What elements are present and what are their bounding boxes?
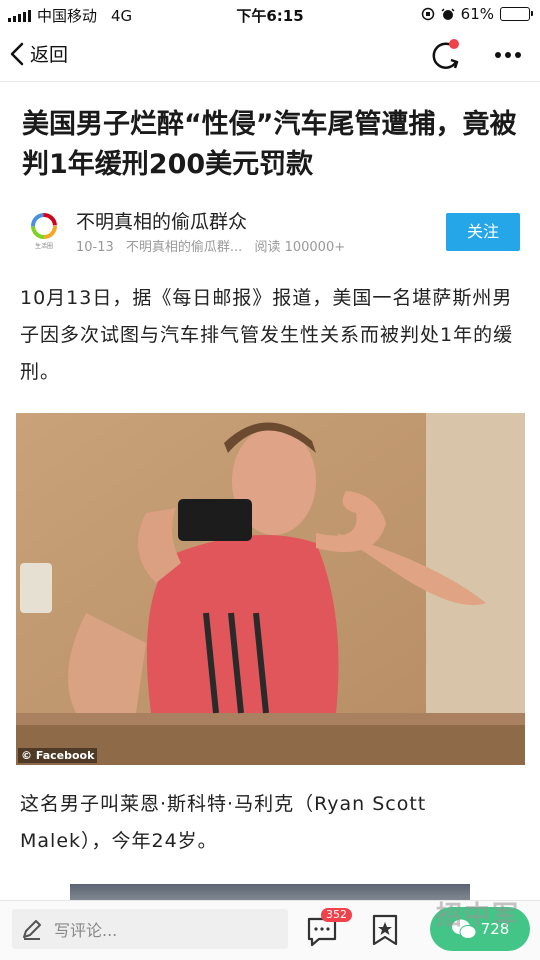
alarm-icon <box>441 8 455 20</box>
author-meta: 10-13 不明真相的偷瓜群... 阅读 100000+ <box>76 236 353 255</box>
article-title: 美国男子烂醉“性侵”汽车尾管遭捕，竟被判1年缓刑200美元罚款 <box>22 109 517 180</box>
bookmark-button[interactable] <box>370 913 400 947</box>
article-paragraph-1: 10月13日，据《每日邮报》报道，美国一名堪萨斯州男子因多次试图与汽车排气管发生… <box>20 287 514 383</box>
refresh-button[interactable] <box>425 36 465 74</box>
watermark: 招中军 <box>436 901 521 931</box>
comment-count-badge: 352 <box>321 908 352 922</box>
article-paragraph-2: 这名男子叫莱恩·斯科特·马利克（Ryan Scott Malek），今年24岁。 <box>20 793 427 852</box>
back-label: 返回 <box>30 44 69 66</box>
battery-percent: 61% <box>460 5 494 23</box>
status-right: 61% <box>421 5 533 23</box>
article-photo: © Facebook <box>16 413 525 765</box>
publish-date: 10-13 <box>76 240 114 255</box>
pencil-icon <box>23 920 41 940</box>
back-button[interactable]: 返回 <box>10 40 68 67</box>
author-logo-text: 生活圈 <box>35 242 53 250</box>
more-dots-icon <box>495 52 521 58</box>
comment-placeholder: 写评论... <box>54 921 118 940</box>
status-bar: 中国移动 4G 下午6:15 61% <box>0 0 540 30</box>
nav-bar: 返回 <box>0 30 540 82</box>
author-name[interactable]: 不明真相的偷瓜群众 <box>76 207 247 234</box>
photo-illustration <box>16 413 525 765</box>
author-logo[interactable]: 生活圈 <box>24 210 64 250</box>
refresh-icon <box>432 39 459 69</box>
follow-button[interactable]: 关注 <box>446 213 520 251</box>
battery-icon <box>500 7 533 21</box>
rotation-lock-icon <box>421 7 434 21</box>
bookmark-star-icon <box>372 914 398 946</box>
more-button[interactable] <box>488 40 528 70</box>
comment-input[interactable]: 写评论... <box>12 909 288 949</box>
author-logo-icon: 生活圈 <box>31 213 57 250</box>
source-name: 不明真相的偷瓜群... <box>125 240 243 255</box>
chevron-left-icon <box>10 42 24 65</box>
read-count: 阅读 100000+ <box>254 240 346 255</box>
photo-caption: © Facebook <box>18 748 98 763</box>
